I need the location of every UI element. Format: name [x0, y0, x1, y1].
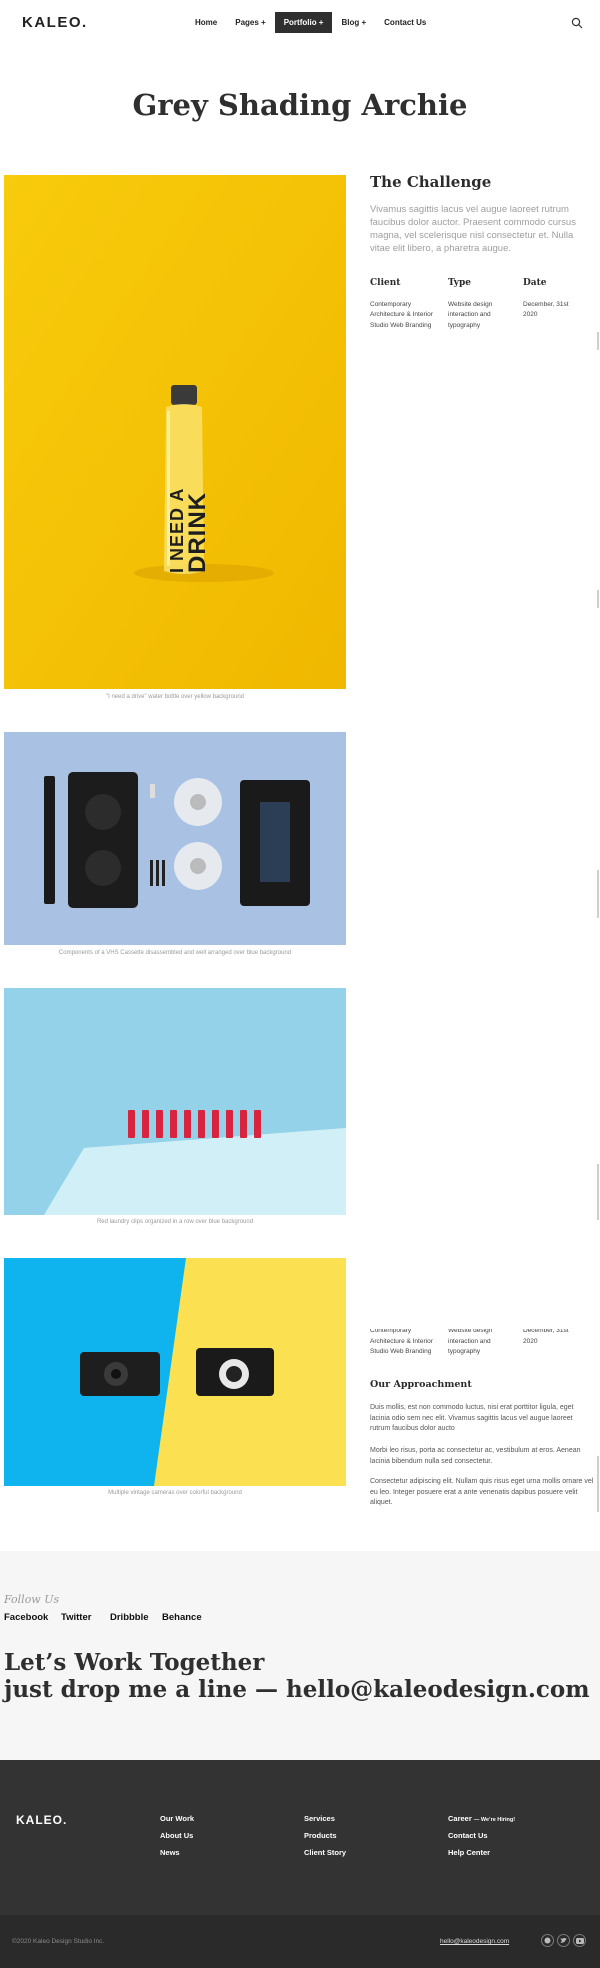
copyright: ©2020 Kaleo Design Studio Inc.	[12, 1938, 105, 1945]
approach-paragraph: Morbi leo risus, porta ac consectetur ac…	[370, 1447, 581, 1465]
hiring-badge: — We’re Hiring!	[473, 1817, 516, 1823]
search-icon[interactable]	[571, 16, 583, 29]
footer-email[interactable]: hello@kaleodesign.com	[440, 1938, 509, 1945]
scroll-indicator	[597, 1164, 599, 1220]
site-logo[interactable]: KALEO.	[22, 14, 88, 31]
date-value: December, 31st 2020	[523, 300, 569, 319]
page-title: Grey Shading Archie	[132, 88, 468, 122]
client-value: Contemporary Architecture & Interior Stu…	[370, 300, 433, 329]
type-value: Website design interaction and typograph…	[448, 1329, 493, 1355]
footer-link[interactable]: Products	[304, 1831, 337, 1840]
clips-image[interactable]	[4, 988, 346, 1215]
type-label: Type	[448, 278, 471, 288]
challenge-text: Vivamus sagittis lacus vel augue laoreet…	[370, 204, 576, 254]
twitter-icon[interactable]	[557, 1934, 570, 1947]
social-link-twitter[interactable]: Twitter	[61, 1612, 91, 1623]
footer-link[interactable]: Contact Us	[448, 1831, 488, 1840]
footer-link[interactable]: About Us	[160, 1831, 193, 1840]
career-label: Career	[448, 1814, 472, 1823]
facebook-icon[interactable]	[541, 1934, 554, 1947]
youtube-icon[interactable]	[573, 1934, 586, 1947]
cassette-image[interactable]	[4, 732, 346, 945]
nav-item-home[interactable]: Home	[186, 12, 226, 33]
main-nav: Home Pages + Portfolio + Blog + Contact …	[186, 12, 435, 33]
cta-heading: Let’s Work Together	[4, 1649, 265, 1676]
scroll-indicator	[597, 870, 599, 918]
social-link-facebook[interactable]: Facebook	[4, 1612, 48, 1623]
cta-email-line[interactable]: just drop me a line — hello@kaleodesign.…	[4, 1676, 590, 1703]
image-caption: "I need a drive" water bottle over yello…	[105, 694, 244, 700]
meta-client: Client Contemporary Architecture & Inter…	[370, 278, 440, 331]
client-label: Client	[370, 278, 401, 288]
footer-logo[interactable]: KALEO.	[16, 1813, 67, 1827]
challenge-title: The Challenge	[370, 173, 492, 191]
nav-item-blog[interactable]: Blog +	[332, 12, 375, 33]
footer-link[interactable]: Our Work	[160, 1814, 194, 1823]
bottle-text-2: DRINK	[184, 492, 211, 573]
nav-item-portfolio[interactable]: Portfolio +	[274, 12, 333, 33]
image-caption: Red laundry clips organized in a row ove…	[96, 1219, 254, 1225]
social-link-dribbble[interactable]: Dribbble	[110, 1612, 149, 1623]
meta-date: Date December, 31st 2020	[523, 278, 573, 321]
approach-paragraph: Consectetur adipiscing elit. Nullam quis…	[370, 1478, 594, 1506]
footer-link[interactable]: Client Story	[304, 1848, 346, 1857]
image-caption: Multiple vintage cameras over colorful b…	[108, 1490, 242, 1496]
date-label: Date	[523, 278, 547, 288]
nav-item-contact[interactable]: Contact Us	[375, 12, 435, 33]
type-value: Website design interaction and typograph…	[448, 300, 493, 329]
site-header: KALEO. Home Pages + Portfolio + Blog + C…	[0, 0, 600, 46]
client-value: Contemporary Architecture & Interior Stu…	[370, 1329, 433, 1355]
site-footer	[0, 1760, 600, 1915]
follow-label: Follow Us	[4, 1593, 60, 1606]
footer-link-career[interactable]: Career — We’re Hiring!	[448, 1814, 515, 1823]
date-value: December, 31st 2020	[523, 1329, 569, 1345]
image-caption: Components of a VHS Cassette disassemble…	[58, 950, 292, 956]
nav-item-pages[interactable]: Pages +	[226, 12, 274, 33]
meta-type: Type Website design interaction and typo…	[448, 278, 510, 331]
scroll-indicator	[597, 1456, 599, 1512]
approach-title: Our Approachment	[370, 1379, 472, 1390]
footer-link[interactable]: Help Center	[448, 1848, 490, 1857]
scroll-indicator	[597, 332, 599, 350]
bottle-image[interactable]: I NEED A DRINK	[4, 175, 346, 689]
social-link-behance[interactable]: Behance	[162, 1612, 202, 1623]
footer-link[interactable]: News	[160, 1848, 180, 1857]
sticky-meta: Contemporary Architecture & Interior Stu…	[370, 1329, 594, 1365]
footer-link[interactable]: Services	[304, 1814, 335, 1823]
cameras-image[interactable]	[4, 1258, 346, 1486]
approach-paragraph: Duis mollis, est non commodo luctus, nis…	[370, 1404, 574, 1432]
scroll-indicator	[597, 590, 599, 608]
